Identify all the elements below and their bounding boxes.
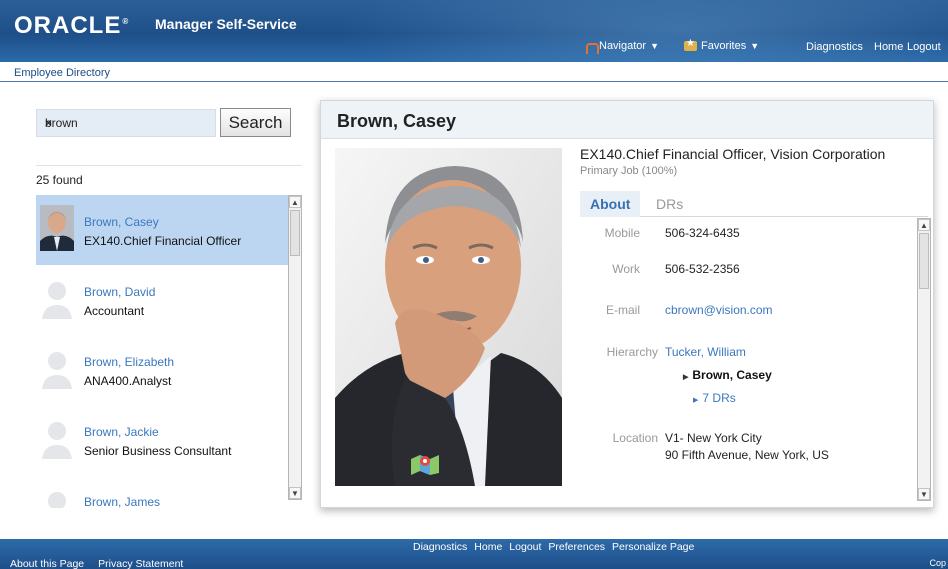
location-line2: 90 Fifth Avenue, New York, US [665,448,829,462]
footer-link-diagnostics[interactable]: Diagnostics [413,541,467,553]
header-link-home[interactable]: Home [874,41,903,53]
default-avatar-icon [48,492,66,508]
scroll-down-icon[interactable]: ▼ [918,488,930,500]
footer-link-preferences[interactable]: Preferences [548,541,605,553]
avatar [40,205,74,251]
footer-link-about-page[interactable]: About this Page [10,558,84,569]
profile-card: Brown, Casey EX140.Chief Financial Offic… [320,100,934,508]
result-name[interactable]: Brown, David [84,285,155,299]
header-link-logout[interactable]: Logout [907,41,941,53]
location-label: Location [612,431,658,445]
manager-link[interactable]: Tucker, William [665,345,746,359]
result-job: Accountant [84,304,145,318]
hierarchy-self: ▶ Brown, Casey [683,368,772,382]
default-avatar-icon [42,282,72,319]
drs-link[interactable]: ▶ 7 DRs [693,391,736,405]
results-scrollbar[interactable]: ▲ ▼ [288,195,302,500]
job-title: EX140.Chief Financial Officer, Vision Co… [580,146,886,162]
list-item[interactable]: Brown, Elizabeth ANA400.Analyst [36,335,288,405]
default-avatar-icon [42,352,72,389]
map-icon[interactable] [411,453,439,475]
list-item[interactable]: Brown, James [36,475,288,508]
copyright: Cop [929,558,946,568]
mobile-value: 506-324-6435 [665,226,740,240]
location-line1: V1- New York City [665,431,762,445]
list-item[interactable]: Brown, Jackie Senior Business Consultant [36,405,288,475]
result-name[interactable]: Brown, James [84,495,160,508]
footer-link-logout[interactable]: Logout [509,541,541,553]
list-item[interactable]: Brown, David Accountant [36,265,288,335]
result-job: ANA400.Analyst [84,374,172,388]
search-input[interactable]: brown × [36,109,216,137]
triangle-right-icon: ▶ [683,374,689,381]
scroll-thumb[interactable] [919,233,929,289]
profile-photo [335,148,562,486]
results-list: Brown, Casey EX140.Chief Financial Offic… [36,195,288,508]
chevron-down-icon: ▼ [650,41,659,51]
favorites-icon [684,38,697,51]
scroll-thumb[interactable] [290,210,300,256]
navigator-label: Navigator [599,40,647,52]
favorites-label: Favorites [701,40,747,52]
breadcrumb-bar: Employee Directory [0,62,948,82]
footer-left-links: About this Page Privacy Statement [10,558,183,569]
result-job: Senior Business Consultant [84,444,232,458]
about-details: Mobile 506-324-6435 Work 506-532-2356 E-… [580,218,916,500]
result-name[interactable]: Brown, Jackie [84,425,159,439]
profile-card-header: Brown, Casey [321,101,933,139]
breadcrumb[interactable]: Employee Directory [14,67,110,79]
navigator-icon [586,41,599,54]
result-job: EX140.Chief Financial Officer [84,234,242,248]
favorites-menu[interactable]: Favorites ▼ [684,38,760,52]
work-label: Work [612,262,640,276]
profile-tabs: About DRs [580,191,928,217]
header-link-diagnostics[interactable]: Diagnostics [806,41,863,53]
oracle-logo: ORACLE® [14,12,130,39]
scroll-down-icon[interactable]: ▼ [289,487,301,499]
footer-links: Diagnostics Home Logout Preferences Pers… [413,541,694,553]
work-value: 506-532-2356 [665,262,740,276]
footer-link-personalize-page[interactable]: Personalize Page [612,541,694,553]
results-count: 25 found [36,173,83,187]
result-name[interactable]: Brown, Casey [84,215,159,229]
mobile-label: Mobile [604,226,640,240]
navigator-menu[interactable]: Navigator ▼ [586,40,659,54]
footer-link-home[interactable]: Home [474,541,502,553]
tab-about[interactable]: About [580,191,641,217]
job-assignment: Primary Job (100%) [580,165,678,177]
scroll-up-icon[interactable]: ▲ [289,196,301,208]
footer-link-privacy[interactable]: Privacy Statement [98,558,183,569]
search-button[interactable]: Search [220,108,291,137]
scroll-up-icon[interactable]: ▲ [918,219,930,231]
default-avatar-icon [42,422,72,459]
chevron-down-icon: ▼ [750,41,760,51]
app-title: Manager Self-Service [155,16,297,32]
triangle-right-icon: ▶ [693,397,699,404]
tab-drs[interactable]: DRs [646,191,693,217]
global-header: ORACLE® Manager Self-Service Navigator ▼… [0,0,948,62]
list-item[interactable]: Brown, Casey EX140.Chief Financial Offic… [36,195,288,265]
email-label: E-mail [605,303,640,317]
details-scrollbar[interactable]: ▲ ▼ [917,218,931,501]
hierarchy-label: Hierarchy [606,345,658,359]
divider [36,165,302,166]
search-input-value: brown [45,116,78,130]
global-footer: Diagnostics Home Logout Preferences Pers… [0,539,948,569]
result-name[interactable]: Brown, Elizabeth [84,355,174,369]
email-link[interactable]: cbrown@vision.com [665,303,773,317]
profile-name: Brown, Casey [337,111,457,131]
